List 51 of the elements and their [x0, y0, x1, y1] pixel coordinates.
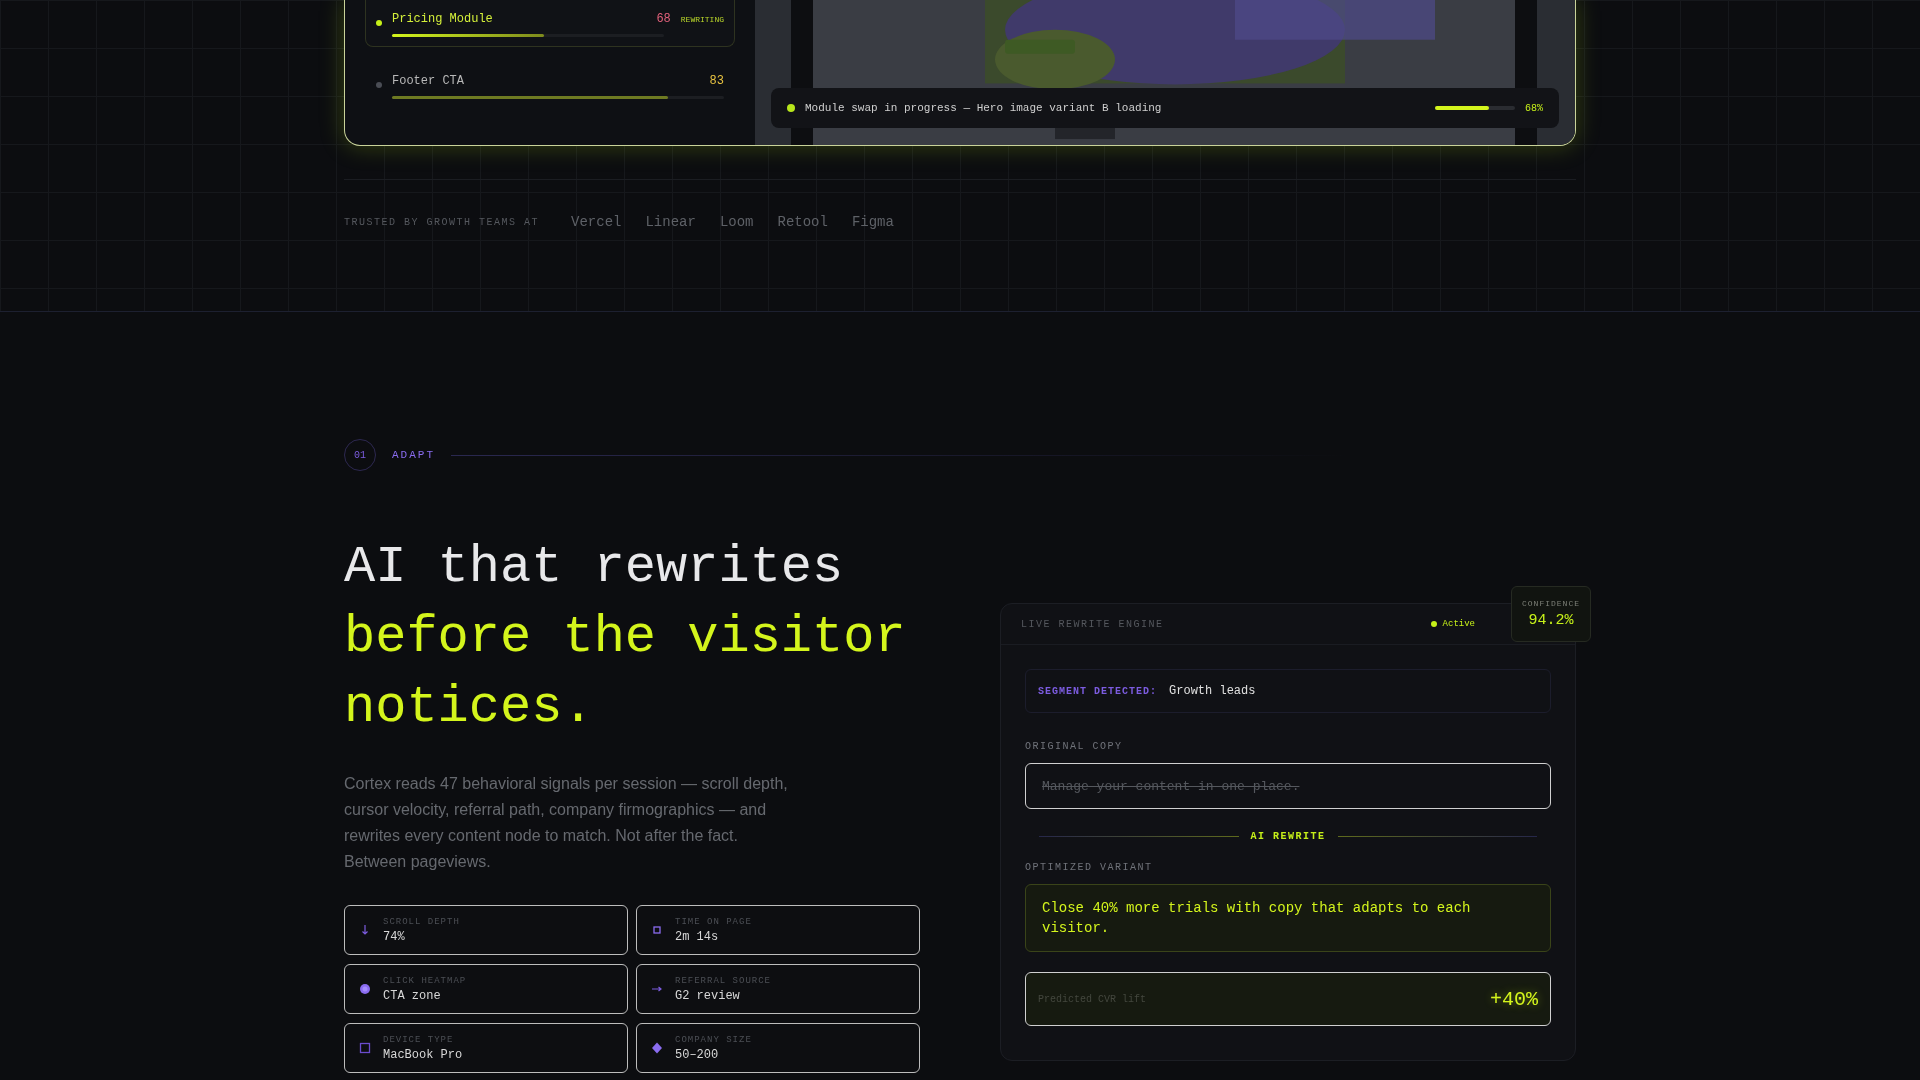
module-row[interactable]: Pricing Module 68 REWRITING	[365, 0, 735, 47]
section-label: ADAPT	[392, 449, 435, 461]
trusted-label: TRUSTED BY GROWTH TEAMS AT	[344, 216, 540, 228]
lift-value: +40%	[1490, 987, 1538, 1011]
signal-label: DEVICE TYPE	[383, 1034, 455, 1045]
status-dot	[787, 104, 795, 112]
diamond-icon	[651, 1042, 663, 1054]
signal-label: COMPANY SIZE	[675, 1034, 752, 1045]
confidence-label: CONFIDENCE	[1522, 599, 1580, 608]
signal-label: REFERRAL SOURCE	[675, 975, 771, 986]
signal-value: 50–200	[675, 1047, 720, 1062]
headline: AI that rewrites	[344, 537, 845, 599]
signal-label: TIME ON PAGE	[675, 916, 752, 927]
square-icon	[359, 1042, 371, 1054]
field-label: OPTIMIZED VARIANT	[1025, 862, 1154, 873]
segment-label: SEGMENT DETECTED:	[1038, 685, 1158, 697]
module-status: REWRITING	[680, 14, 724, 24]
signal-value: MacBook Pro	[383, 1047, 463, 1062]
module-name: Footer CTA	[392, 74, 465, 88]
module-name: Pricing Module	[392, 12, 494, 26]
company-logo: Loom	[719, 214, 754, 230]
down-arrow-icon	[359, 924, 371, 936]
company-logo: Retool	[777, 214, 828, 230]
headline-accent: before the visitor notices.	[344, 607, 907, 739]
module-score: 68	[656, 12, 671, 26]
signal-value: G2 review	[675, 988, 741, 1003]
progress-reading: 68%	[1525, 102, 1543, 114]
segment-value: Growth leads	[1169, 684, 1256, 698]
optimized-copy: Close 40% more trials with copy that adapts to each visitor.	[1042, 900, 1471, 936]
company-logo: Vercel	[571, 214, 622, 230]
signal-label: CLICK HEATMAP	[383, 975, 467, 986]
signal-value: CTA zone	[383, 988, 442, 1003]
module-row[interactable]: Footer CTA 83	[365, 61, 735, 109]
card-title: LIVE REWRITE ENGINE	[1021, 618, 1165, 630]
signal-label: SCROLL DEPTH	[383, 916, 460, 927]
signal-value: 2m 14s	[675, 929, 720, 944]
company-logo: Figma	[851, 214, 894, 230]
confidence-value: 94.2%	[1528, 612, 1574, 629]
square-icon	[651, 924, 663, 936]
field-label: ORIGINAL COPY	[1025, 741, 1124, 752]
status-dot	[376, 20, 382, 26]
signal-value: 74%	[383, 929, 406, 944]
status-message: Module swap in progress — Hero image variant B loading	[805, 102, 1163, 114]
module-score: 83	[709, 74, 724, 88]
divider-label: AI REWRITE	[1250, 831, 1326, 842]
original-copy: Manage your content in one place.	[1042, 778, 1300, 794]
status-dot	[376, 82, 382, 88]
dot-icon	[359, 983, 371, 995]
company-logo: Linear	[645, 214, 696, 230]
description: Cortex reads 47 behavioral signals per session — scroll depth, cursor velocity, referral path, company firmographics — and rewrites every content node to match. Not after the fact. Between pageviews.	[344, 774, 789, 872]
status-label: Active	[1442, 619, 1475, 629]
